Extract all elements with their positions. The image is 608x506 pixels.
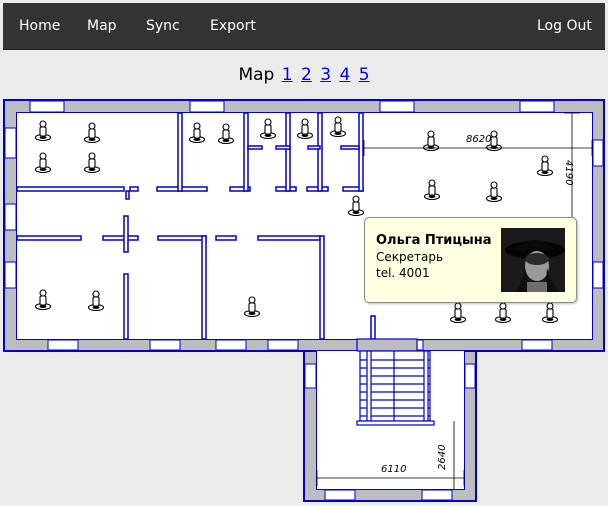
map-heading-label: Map	[238, 65, 275, 85]
map-page-2-link[interactable]: 2	[301, 65, 312, 85]
staircase	[356, 338, 435, 426]
nav-map-link[interactable]: Map	[87, 18, 117, 34]
employee-name: Ольга Птицына	[376, 233, 492, 248]
employee-phone: tel. 4001	[376, 266, 430, 280]
map-page-5-link[interactable]: 5	[359, 65, 370, 85]
dim-height-main: 4190	[563, 160, 574, 185]
map-page-1-link[interactable]: 1	[282, 65, 293, 85]
dim-width-main: 8620	[466, 134, 491, 145]
map-page-4-link[interactable]: 4	[339, 65, 350, 85]
nav-logout-link[interactable]: Log Out	[537, 18, 592, 34]
nav-export-link[interactable]: Export	[210, 18, 256, 34]
employee-role: Секретарь	[376, 250, 444, 264]
employee-photo	[501, 228, 565, 292]
map-page-selector: Map 1 2 3 4 5	[0, 65, 608, 85]
dim-height-wing: 2640	[437, 445, 448, 470]
map-page-3-link[interactable]: 3	[320, 65, 331, 85]
nav-home-link[interactable]: Home	[19, 18, 60, 34]
employee-info-popup: Ольга Птицына Секретарь tel. 4001	[364, 217, 577, 303]
top-navbar: Home Map Sync Export Log Out	[3, 3, 605, 50]
nav-sync-link[interactable]: Sync	[146, 18, 180, 34]
dim-width-wing: 6110	[381, 464, 406, 475]
